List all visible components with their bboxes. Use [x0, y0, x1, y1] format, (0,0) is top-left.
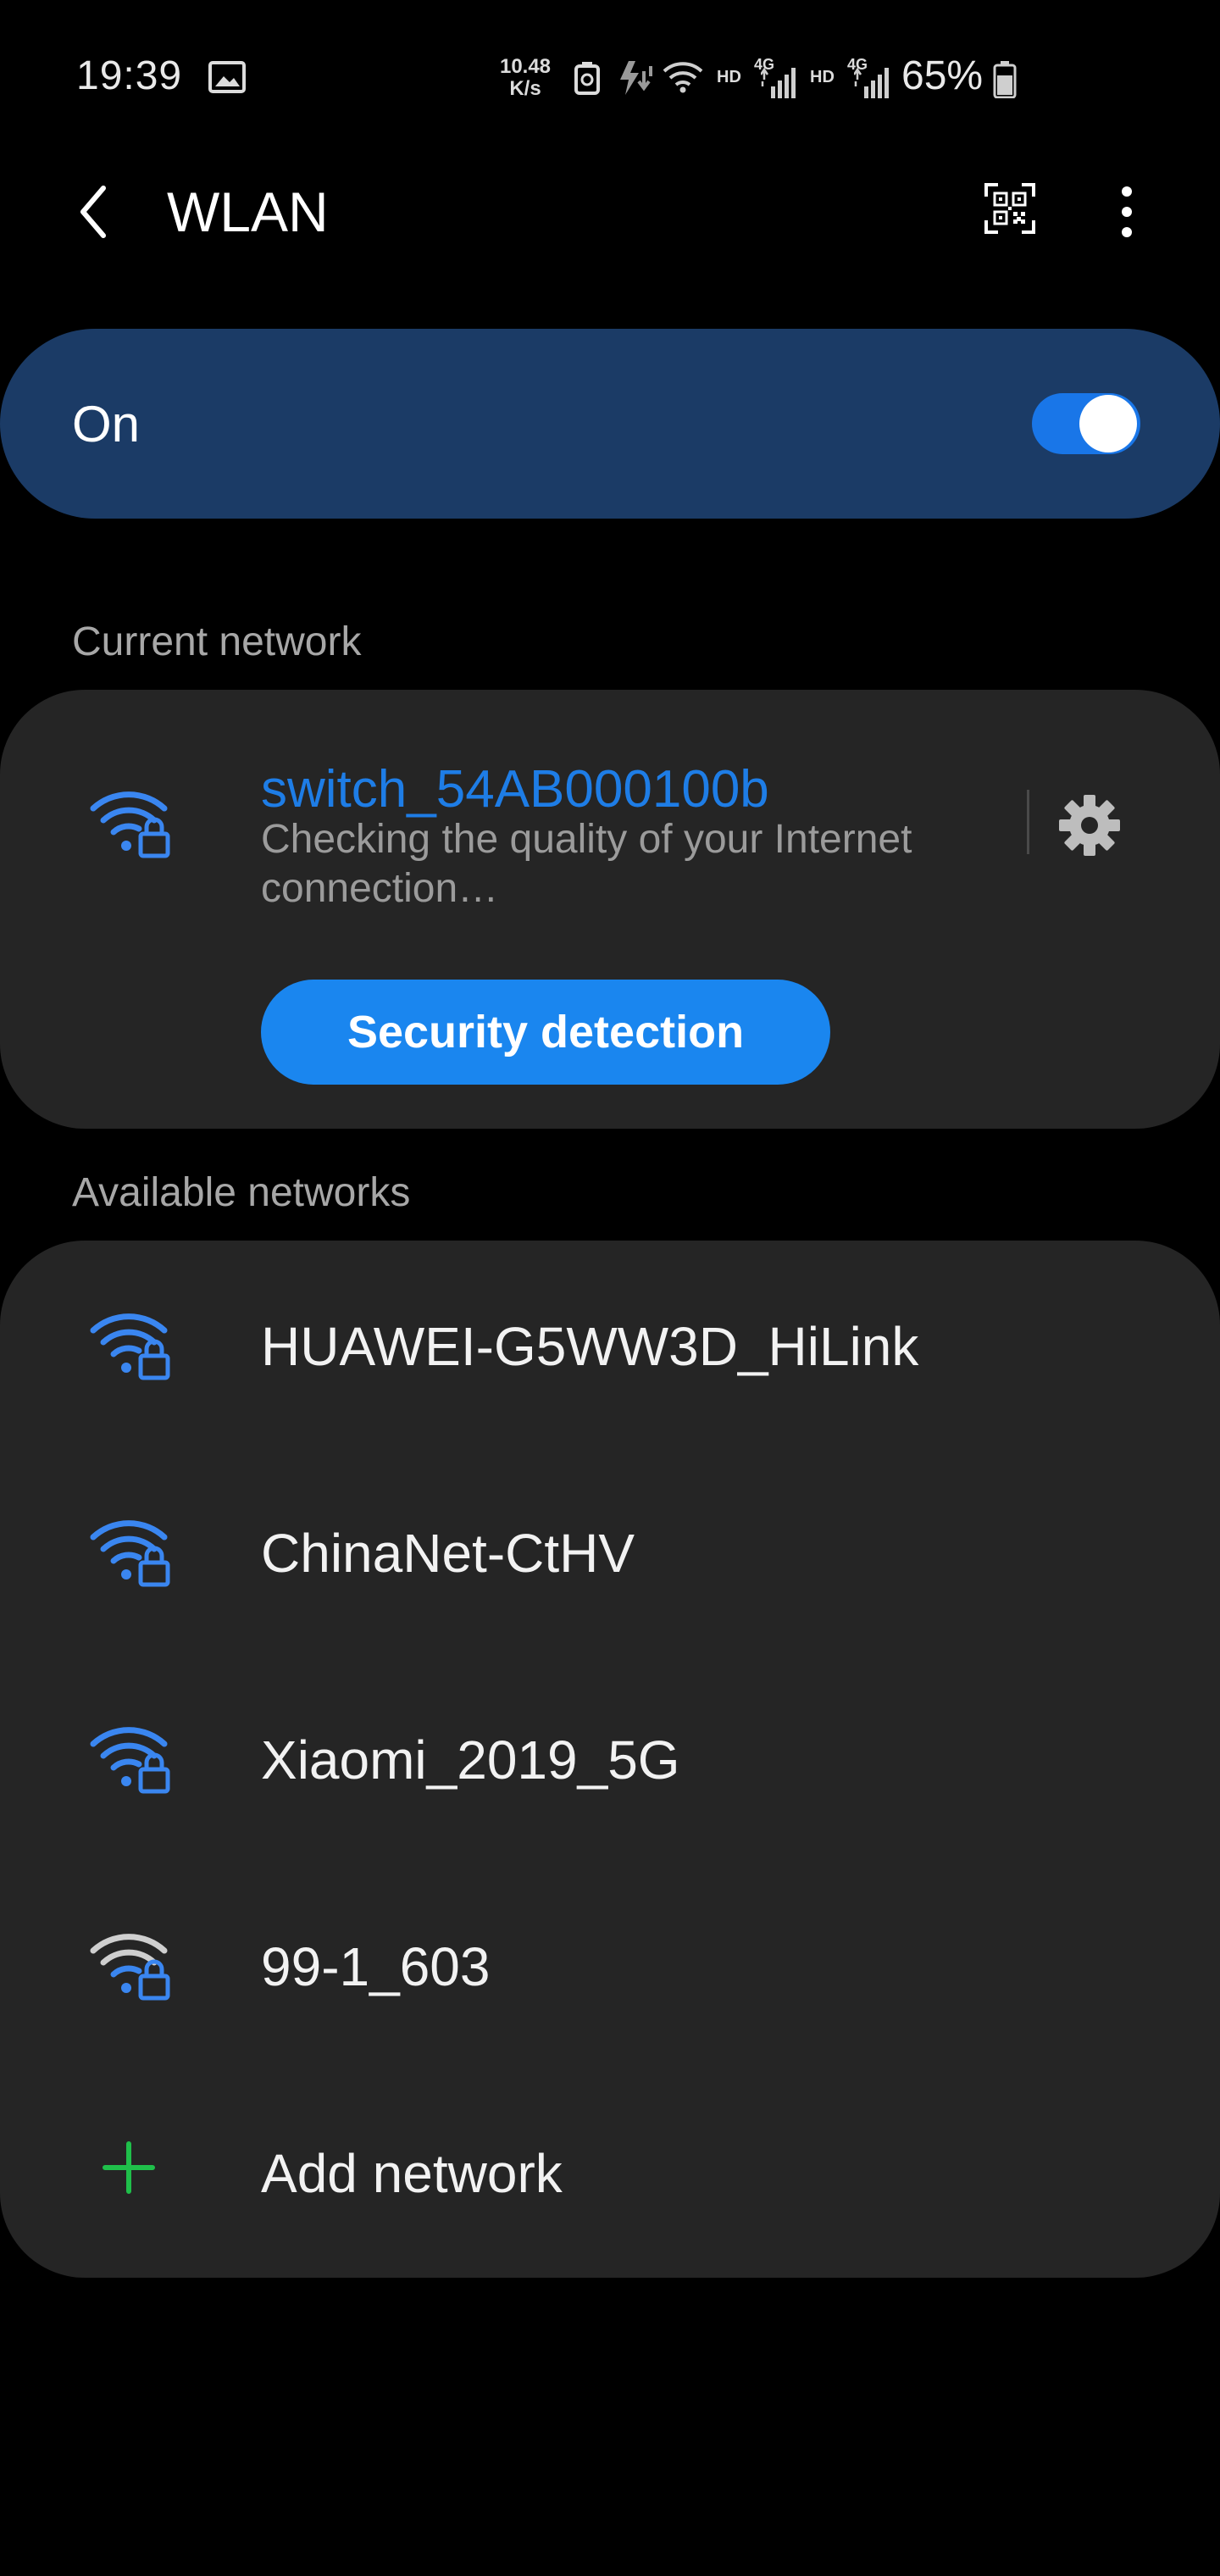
security-detection-button[interactable]: Security detection — [261, 980, 830, 1085]
more-options-icon[interactable] — [1101, 178, 1152, 246]
recycle-notification-icon — [574, 62, 600, 95]
wifi-lock-icon — [90, 1934, 170, 2001]
status-time: 19:39 — [76, 53, 183, 98]
network-ssid: HUAWEI-G5WW3D_HiLink — [261, 1316, 919, 1377]
battery-percent: 65% — [901, 53, 984, 98]
network-row[interactable]: 99-1_603 — [0, 1861, 1220, 2068]
available-networks-header: Available networks — [72, 1170, 411, 1215]
current-network-ssid[interactable]: switch_54AB000100b — [261, 759, 769, 819]
toggle-knob — [1079, 395, 1137, 452]
current-network-header: Current network — [72, 619, 362, 664]
page-title: WLAN — [167, 180, 329, 243]
add-network-label: Add network — [261, 2143, 563, 2204]
wifi-lock-icon — [90, 1727, 170, 1794]
wifi-lock-icon — [90, 1520, 170, 1587]
battery-icon — [993, 61, 1017, 98]
network-ssid: Xiaomi_2019_5G — [261, 1729, 680, 1790]
network-speed: 10.48 K/s — [499, 55, 552, 100]
network-ssid: 99-1_603 — [261, 1936, 491, 1997]
network-row[interactable]: ChinaNet-CtHV — [0, 1447, 1220, 1654]
divider — [1027, 790, 1029, 854]
current-network-status: Checking the quality of your Internet co… — [261, 817, 912, 911]
wifi-lock-icon — [90, 1313, 170, 1380]
hd-voice-badge-2: HD — [810, 68, 835, 86]
signal-2-icon — [854, 68, 889, 98]
network-ssid: ChinaNet-CtHV — [261, 1523, 635, 1584]
wlan-toggle[interactable] — [1032, 393, 1140, 454]
qr-scan-icon[interactable] — [983, 181, 1037, 236]
wlan-master-switch[interactable]: On — [0, 329, 1220, 519]
switch-label: On — [72, 396, 141, 452]
back-arrow-icon[interactable] — [68, 178, 119, 246]
data-saver-icon — [620, 61, 652, 95]
signal-1-icon — [761, 68, 796, 98]
plus-icon — [103, 2141, 155, 2194]
network-row[interactable]: HUAWEI-G5WW3D_HiLink — [0, 1241, 1220, 1447]
network-row[interactable]: Xiaomi_2019_5G — [0, 1654, 1220, 1861]
available-networks-card: HUAWEI-G5WW3D_HiLink ChinaNet-CtHV Xiaom… — [0, 1241, 1220, 2278]
wifi-lock-icon — [90, 791, 170, 858]
status-bar: 19:39 10.48 K/s HD 4G HD 4G 65% — [0, 0, 1220, 153]
current-network-card: switch_54AB000100b Checking the quality … — [0, 690, 1220, 1129]
hd-voice-badge-1: HD — [717, 68, 741, 86]
add-network-row[interactable]: Add network — [0, 2068, 1220, 2274]
gear-icon[interactable] — [1056, 791, 1123, 859]
gallery-notification-icon — [208, 61, 246, 93]
wifi-status-icon — [663, 62, 703, 93]
